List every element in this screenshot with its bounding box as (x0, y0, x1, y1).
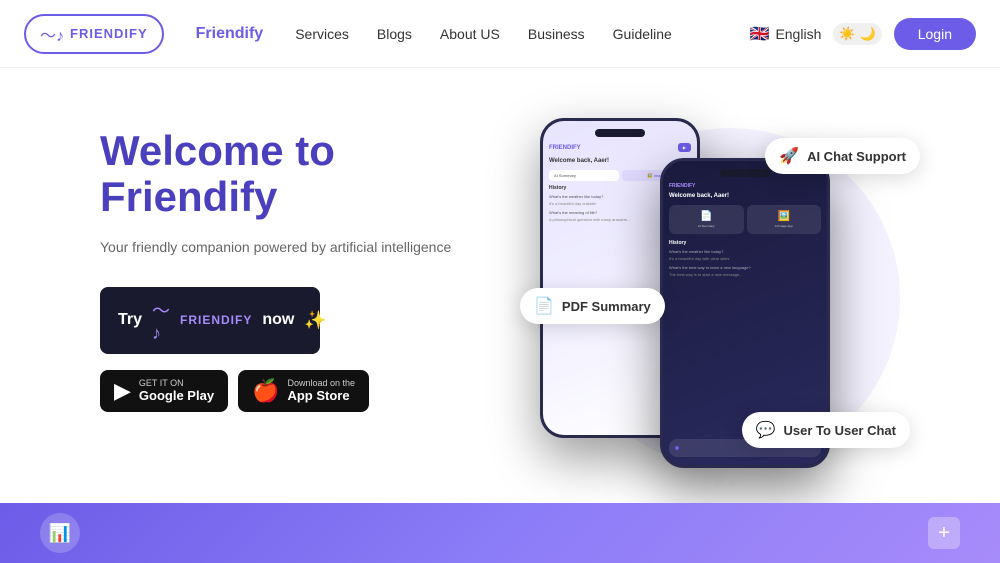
logo-text: FRIENDIFY (70, 26, 148, 41)
user-chat-badge: 💬 User To User Chat (742, 412, 910, 448)
app-store-button[interactable]: 🍎 Download on the App Store (238, 370, 369, 412)
now-label: now (262, 311, 294, 329)
hero-section: Welcome to Friendify Your friendly compa… (0, 68, 1000, 503)
phone2-header: FRIENDIFY (669, 183, 821, 189)
google-play-button[interactable]: ▶ GET IT ON Google Play (100, 370, 228, 412)
nav-links: Services Blogs About US Business Guideli… (295, 26, 672, 42)
google-play-bottom: Google Play (139, 388, 214, 403)
pdf-summary-badge: 📄 PDF Summary (520, 288, 665, 324)
wave-icon: 〜♪ (40, 22, 64, 46)
nav-brand[interactable]: Friendify (196, 25, 264, 43)
google-play-icon: ▶ (114, 378, 131, 404)
phone2-feature1: 📄 AI Summary (669, 205, 744, 234)
phone2-feature1-icon: 📄 (673, 211, 740, 222)
phone2-a2: The best way is to start a new message..… (669, 272, 821, 277)
phone1-msg-box: AI Summary (549, 170, 619, 181)
try-label: Try (118, 311, 142, 329)
footer-logo-icon: 📊 (40, 513, 80, 553)
footer-wave: 📊 + (0, 503, 1000, 563)
user-chat-label: User To User Chat (784, 423, 896, 438)
sparkle-icon: ✨ (304, 310, 326, 331)
phone1-top-bar: FRIENDIFY ▶ (549, 143, 691, 152)
nav-link-about[interactable]: About US (440, 26, 500, 42)
navbar: 〜♪ FRIENDIFY Friendify Services Blogs Ab… (0, 0, 1000, 68)
phone2-feature2-label: AI Image App (751, 224, 818, 228)
hero-title-line1: Welcome to (100, 127, 335, 174)
language-selector[interactable]: 🇬🇧 English (750, 24, 822, 44)
nav-link-business[interactable]: Business (528, 26, 585, 42)
phone1-notch (595, 129, 645, 137)
apple-icon: 🍎 (252, 378, 279, 404)
hero-subtitle: Your friendly companion powered by artif… (100, 236, 480, 258)
hero-title: Welcome to Friendify (100, 128, 480, 220)
footer-logo: 📊 (40, 513, 80, 553)
pdf-icon: 📄 (534, 296, 554, 316)
phone2-feature2-icon: 🖼️ (751, 211, 818, 222)
phone2-welcome: Welcome back, Aaer! (669, 193, 821, 199)
app-store-top: Download on the (287, 378, 355, 388)
try-now-bar[interactable]: Try 〜♪ FRIENDIFY now ✨ (100, 287, 320, 354)
google-play-top: GET IT ON (139, 378, 214, 388)
logo-wrapper[interactable]: 〜♪ FRIENDIFY (24, 14, 164, 54)
nav-link-services[interactable]: Services (295, 26, 349, 42)
ai-chat-badge: 🚀 AI Chat Support (765, 138, 920, 174)
language-label: English (775, 26, 821, 42)
phone2-feature-row: 📄 AI Summary 🖼️ AI Image App (669, 205, 821, 234)
app-store-text: Download on the App Store (287, 378, 355, 403)
phone2-q1: What's the weather like today? (669, 249, 821, 254)
phone2-q2: What's the best way to learn a new langu… (669, 265, 821, 270)
login-button[interactable]: Login (894, 18, 976, 50)
chat-icon: 💬 (756, 420, 776, 440)
phone2-input-dot (675, 446, 679, 450)
phone2-feature1-label: AI Summary (673, 224, 740, 228)
sun-icon: ☀️ (839, 26, 855, 42)
flag-icon: 🇬🇧 (750, 24, 770, 44)
ai-chat-label: AI Chat Support (807, 149, 906, 164)
phone1-title: FRIENDIFY (549, 145, 581, 151)
phone1-btn: ▶ (678, 143, 691, 152)
nav-right: 🇬🇧 English ☀️ 🌙 Login (750, 18, 976, 50)
google-play-text: GET IT ON Google Play (139, 378, 214, 403)
footer-plus-icon: + (928, 517, 960, 549)
ai-chat-icon: 🚀 (779, 146, 799, 166)
nav-link-guideline[interactable]: Guideline (613, 26, 672, 42)
phone2-history-label: History (669, 240, 821, 246)
moon-icon: 🌙 (860, 26, 876, 42)
nav-left: 〜♪ FRIENDIFY Friendify Services Blogs Ab… (24, 14, 672, 54)
theme-toggle[interactable]: ☀️ 🌙 (833, 23, 881, 45)
phone2-feature2: 🖼️ AI Image App (747, 205, 822, 234)
wave-logo-icon: 〜♪ (152, 297, 170, 344)
app-store-bottom: App Store (287, 388, 355, 403)
brand-small-label: FRIENDIFY (180, 313, 252, 327)
hero-visual: FRIENDIFY ▶ Welcome back, Aaer! AI Summa… (500, 108, 920, 503)
phone2-notch (720, 169, 770, 177)
phone2-a1: It's a beautiful day with clear skies (669, 256, 821, 261)
nav-link-blogs[interactable]: Blogs (377, 26, 412, 42)
hero-content: Welcome to Friendify Your friendly compa… (100, 108, 480, 412)
hero-title-line2: Friendify (100, 173, 277, 220)
pdf-summary-label: PDF Summary (562, 299, 651, 314)
store-buttons: ▶ GET IT ON Google Play 🍎 Download on th… (100, 370, 480, 412)
